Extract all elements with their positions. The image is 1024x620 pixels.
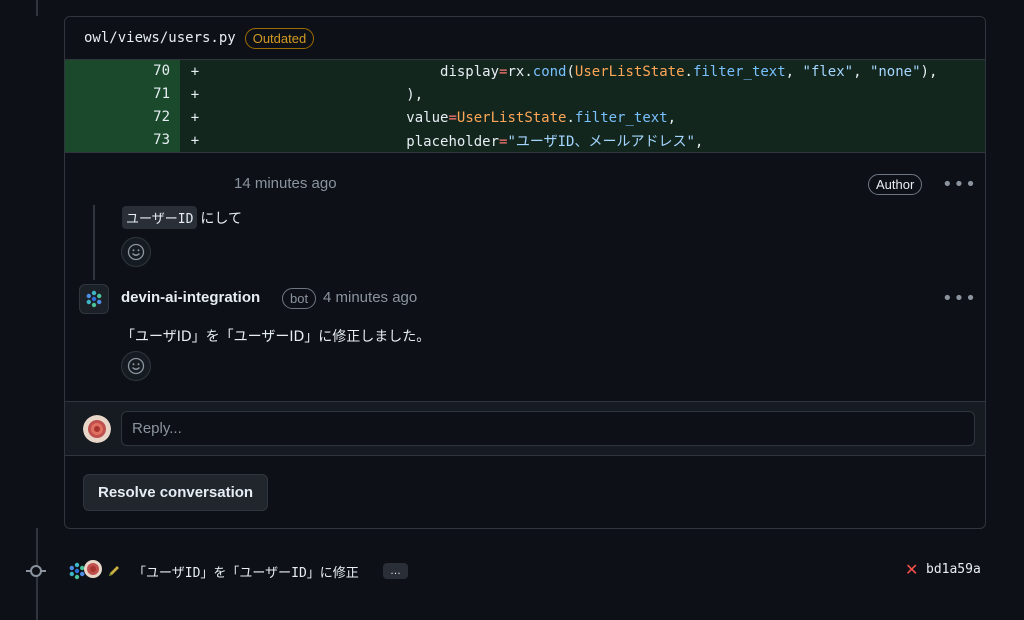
diff-line: 71 + ), — [65, 83, 985, 106]
comment-timestamp[interactable]: 4 minutes ago — [323, 289, 417, 306]
comment-text: 「ユーザID」を「ユーザーID」に修正しました。 — [121, 329, 431, 345]
smiley-icon — [127, 243, 145, 261]
diff-line: 70 + display=rx.cond(UserListState.filte… — [65, 60, 985, 83]
diff-sign: + — [190, 109, 200, 126]
diff-hunk: 70 + display=rx.cond(UserListState.filte… — [65, 60, 985, 152]
outdated-badge: Outdated — [244, 27, 315, 49]
diff-line: 72 + value=UserListState.filter_text, — [65, 106, 985, 129]
diff-code: display=rx.cond(UserListState.filter_tex… — [440, 63, 938, 80]
diff-sign: + — [190, 132, 200, 149]
rose-avatar-icon — [83, 415, 111, 443]
diff-code: value=UserListState.filter_text, — [406, 109, 677, 126]
comment-options-icon[interactable]: ••• — [942, 176, 977, 194]
comment-author[interactable]: devin-ai-integration — [121, 289, 260, 306]
resolve-conversation-button[interactable]: Resolve conversation — [83, 474, 269, 511]
line-number[interactable]: 70 — [65, 60, 180, 83]
commit-sha[interactable]: bd1a59a — [926, 562, 981, 577]
devin-logo-icon — [86, 290, 102, 308]
pencil-icon — [109, 566, 119, 576]
rose-avatar-icon[interactable] — [84, 560, 102, 578]
reply-input[interactable] — [121, 411, 975, 446]
file-header: owl/views/users.py Outdated — [65, 17, 985, 60]
diff-sign: + — [190, 63, 200, 80]
line-number[interactable]: 71 — [65, 83, 180, 106]
x-icon[interactable]: ✕ — [905, 560, 918, 579]
user-avatar[interactable] — [83, 415, 111, 443]
commit-icon — [30, 565, 42, 577]
comment-body: ユーザーID にして — [122, 206, 242, 229]
comment-list: 14 minutes ago Author ••• ユーザーID にして dev… — [65, 152, 985, 401]
diff-line: 73 + placeholder="ユーザID、メールアドレス", — [65, 129, 985, 152]
author-badge: Author — [868, 174, 923, 195]
add-reaction-button[interactable] — [121, 237, 151, 267]
line-number[interactable]: 73 — [65, 129, 180, 152]
diff-sign: + — [190, 86, 200, 103]
add-reaction-button[interactable] — [121, 351, 151, 381]
diff-code: ), — [204, 86, 424, 103]
line-number[interactable]: 72 — [65, 106, 180, 129]
thread-rail — [93, 205, 95, 280]
diff-code: placeholder="ユーザID、メールアドレス", — [406, 133, 704, 150]
review-thread: owl/views/users.py Outdated 70 + display… — [64, 16, 986, 529]
commit-message[interactable]: 「ユーザID」を「ユーザーID」に修正 — [133, 562, 359, 581]
commit-row: 「ユーザID」を「ユーザーID」に修正 … ✕ bd1a59a — [0, 556, 1024, 586]
bot-badge: bot — [282, 288, 317, 309]
reply-row — [65, 401, 985, 455]
comment-timestamp[interactable]: 14 minutes ago — [234, 175, 337, 192]
file-path[interactable]: owl/views/users.py — [84, 30, 236, 46]
bot-avatar[interactable] — [79, 284, 109, 314]
expand-commit-button[interactable]: … — [383, 563, 408, 579]
inline-code: ユーザーID — [122, 206, 198, 229]
comment-options-icon[interactable]: ••• — [942, 290, 977, 308]
comment-text: にして — [200, 210, 242, 227]
resolve-row: Resolve conversation — [65, 455, 985, 528]
smiley-icon — [127, 357, 145, 375]
timeline-line-top — [36, 0, 38, 16]
